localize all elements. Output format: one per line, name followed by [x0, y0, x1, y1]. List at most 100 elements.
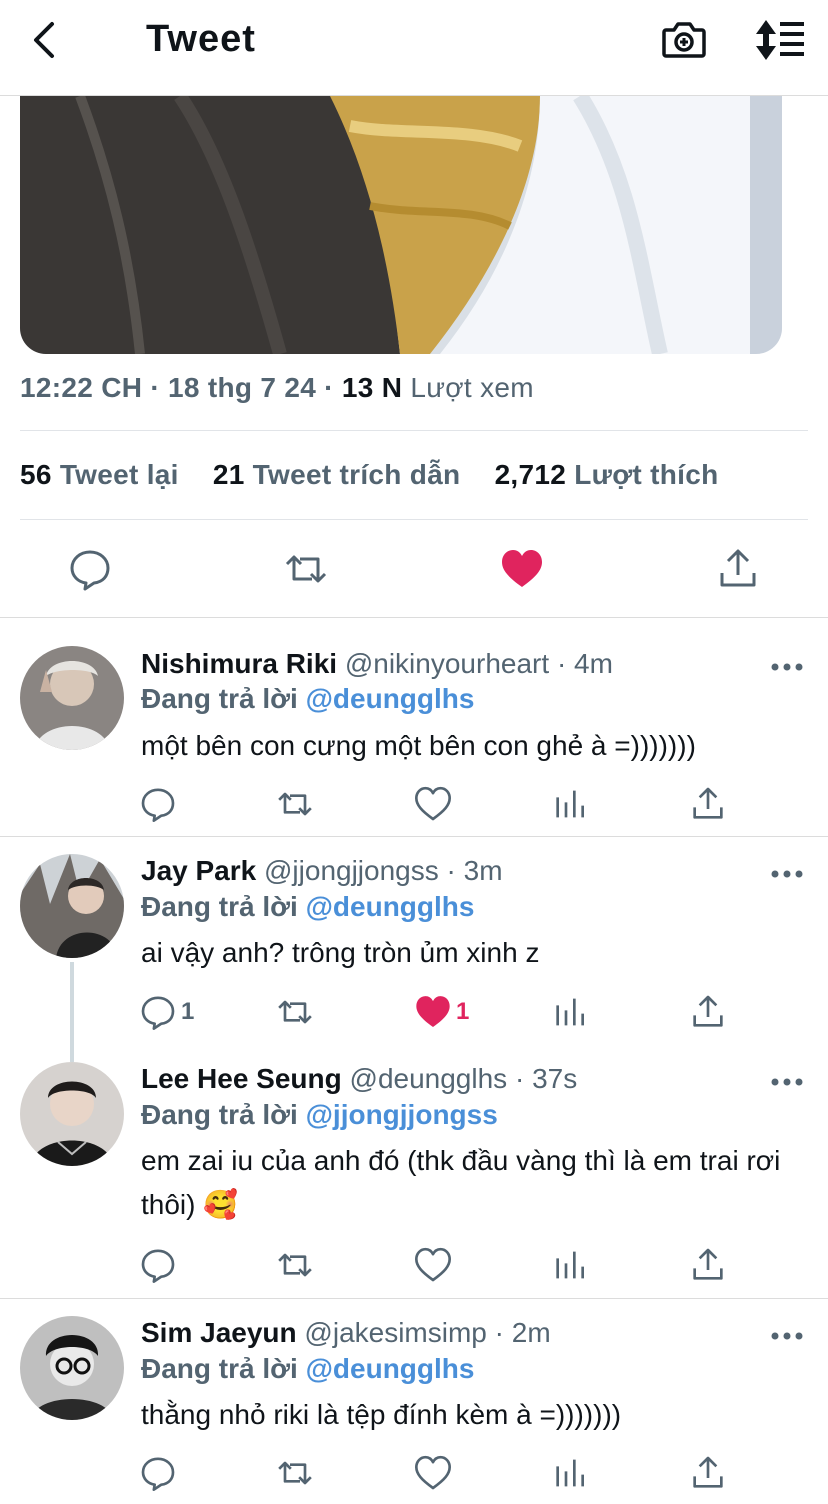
divider — [0, 1298, 828, 1299]
time-separator: · — [514, 1063, 533, 1094]
camera-button[interactable] — [660, 18, 708, 62]
display-name[interactable]: Nishimura Riki — [141, 648, 337, 679]
reply-header: Nishimura Riki @nikinyourheart · 4m — [141, 648, 613, 680]
reply-like-button[interactable] — [413, 1453, 453, 1493]
mention-link[interactable]: @jjongjjongss — [306, 1099, 498, 1130]
reply-comment-button[interactable] — [138, 1245, 178, 1285]
replying-to: Đang trả lời @deungglhs — [141, 1353, 474, 1385]
reply-comment-button[interactable] — [138, 992, 178, 1032]
user-handle[interactable]: @nikinyourheart — [345, 648, 549, 679]
views-count: 13 N — [341, 372, 403, 403]
reply-retweet-button[interactable] — [275, 992, 315, 1032]
analytics-icon — [556, 790, 584, 818]
analytics-icon — [556, 998, 584, 1026]
retweet-button[interactable] — [282, 545, 330, 593]
reply-like-button[interactable] — [413, 1245, 453, 1285]
reply-header: Sim Jaeyun @jakesimsimp · 2m — [141, 1317, 551, 1349]
share-icon — [693, 1248, 723, 1280]
more-options-button[interactable] — [770, 660, 804, 674]
reply-button[interactable] — [66, 545, 114, 593]
avatar[interactable] — [20, 646, 124, 750]
reply-text: một bên con cưng một bên con ghẻ à =))))… — [141, 730, 696, 761]
mention-link[interactable]: @deungglhs — [306, 891, 475, 922]
quotes-count[interactable]: 21 — [213, 459, 245, 490]
meta-separator: · — [150, 372, 169, 403]
heart-icon — [415, 1455, 451, 1490]
heart-icon — [415, 1247, 451, 1282]
comment-icon — [141, 1457, 175, 1491]
replying-label: Đang trả lời — [141, 891, 298, 922]
like-button[interactable] — [498, 545, 546, 593]
reply-text: ai vậy anh? trông tròn ủm xinh z — [141, 937, 540, 968]
user-handle[interactable]: @jakesimsimp — [304, 1317, 486, 1348]
reply-header: Jay Park @jjongjjongss · 3m — [141, 855, 503, 887]
replying-to: Đang trả lời @deungglhs — [141, 891, 474, 923]
more-icon — [771, 663, 803, 671]
share-button[interactable] — [714, 545, 762, 593]
camera-icon — [662, 22, 706, 58]
replying-label: Đang trả lời — [141, 683, 298, 714]
reply-retweet-button[interactable] — [275, 1453, 315, 1493]
sort-icon — [756, 20, 804, 60]
more-options-button[interactable] — [770, 1075, 804, 1089]
comment-icon — [141, 996, 175, 1030]
more-options-button[interactable] — [770, 867, 804, 881]
avatar[interactable] — [20, 1062, 124, 1166]
reply-header: Lee Hee Seung @deungglhs · 37s — [141, 1063, 577, 1095]
reply-retweet-button[interactable] — [275, 784, 315, 824]
reply-share-button[interactable] — [688, 992, 728, 1032]
reply-share-button[interactable] — [688, 1453, 728, 1493]
more-options-button[interactable] — [770, 1329, 804, 1343]
reply-analytics-button[interactable] — [551, 1245, 591, 1285]
views-label: Lượt xem — [410, 372, 534, 403]
retweet-icon — [278, 1000, 312, 1024]
back-button[interactable] — [24, 18, 68, 62]
quotes-label[interactable]: Tweet trích dẫn — [253, 459, 461, 490]
retweet-icon — [278, 1461, 312, 1485]
reply-comment-button[interactable] — [138, 1453, 178, 1493]
avatar[interactable] — [20, 854, 124, 958]
reply-analytics-button[interactable] — [551, 992, 591, 1032]
time-separator: · — [446, 855, 464, 886]
reply-text: em zai iu của anh đó (thk đầu vàng thì l… — [141, 1145, 781, 1220]
divider — [20, 430, 808, 431]
reply-comment-button[interactable] — [138, 784, 178, 824]
time-separator: · — [494, 1317, 512, 1348]
likes-count[interactable]: 2,712 — [495, 459, 567, 490]
reply-share-button[interactable] — [688, 784, 728, 824]
reply-analytics-button[interactable] — [551, 1453, 591, 1493]
more-icon — [771, 870, 803, 878]
user-handle[interactable]: @jjongjjongss — [264, 855, 439, 886]
user-handle[interactable]: @deungglhs — [350, 1063, 508, 1094]
reply-retweet-button[interactable] — [275, 1245, 315, 1285]
display-name[interactable]: Lee Hee Seung — [141, 1063, 342, 1094]
reply-share-button[interactable] — [688, 1245, 728, 1285]
meta-separator: · — [324, 372, 342, 403]
tweet-time: 12:22 CH — [20, 372, 143, 403]
comment-icon — [141, 788, 175, 822]
mention-link[interactable]: @deungglhs — [306, 1353, 475, 1384]
tweet-media-image[interactable] — [20, 96, 782, 354]
reply-like-button[interactable] — [413, 784, 453, 824]
divider — [20, 519, 808, 520]
tweet-date: 18 thg 7 24 — [168, 372, 317, 403]
retweets-label[interactable]: Tweet lại — [60, 459, 179, 490]
display-name[interactable]: Sim Jaeyun — [141, 1317, 297, 1348]
display-name[interactable]: Jay Park — [141, 855, 256, 886]
sort-button[interactable] — [752, 18, 808, 62]
reply-time: 3m — [463, 855, 503, 886]
thread-line — [70, 962, 74, 1062]
retweet-icon — [278, 792, 312, 816]
avatar[interactable] — [20, 1316, 124, 1420]
reply-count: 1 — [181, 998, 195, 1025]
reply-analytics-button[interactable] — [551, 784, 591, 824]
likes-label[interactable]: Lượt thích — [574, 459, 718, 490]
reply-text: thằng nhỏ riki là tệp đính kèm à =))))))… — [141, 1399, 622, 1430]
retweets-count[interactable]: 56 — [20, 459, 52, 490]
analytics-icon — [556, 1459, 584, 1487]
chevron-left-icon — [34, 22, 54, 58]
mention-link[interactable]: @deungglhs — [306, 683, 475, 714]
more-icon — [771, 1078, 803, 1086]
reply-like-button[interactable] — [413, 992, 453, 1032]
divider — [0, 617, 828, 618]
